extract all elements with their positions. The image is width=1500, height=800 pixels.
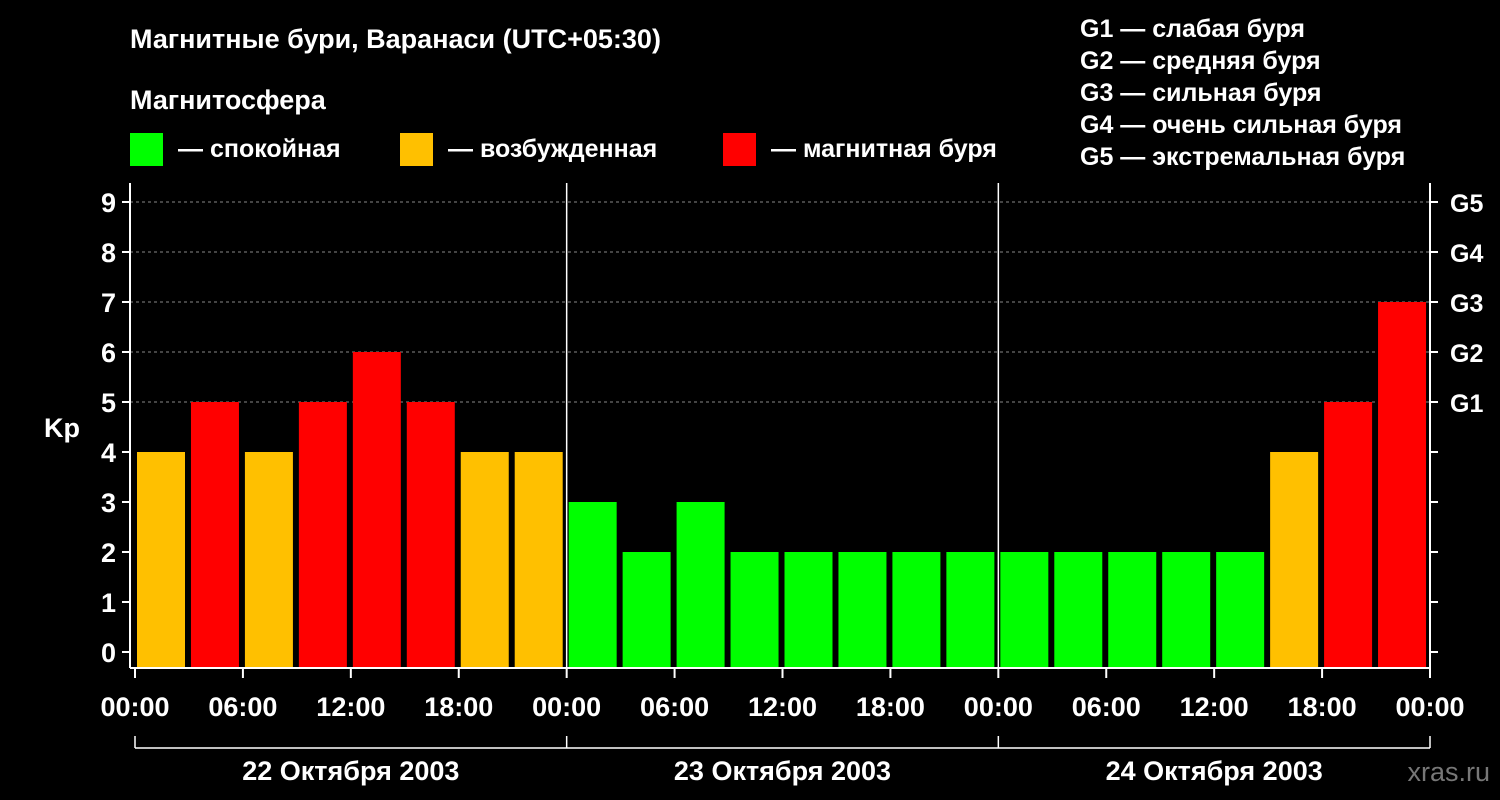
g-level-label: G3 — [1450, 290, 1483, 318]
x-tick-label: 00:00 — [100, 692, 169, 722]
legend-label-quiet: — спокойная — [178, 135, 341, 163]
legend-label-active: — возбужденная — [448, 135, 657, 163]
x-tick-label: 06:00 — [208, 692, 277, 722]
kp-bar — [622, 552, 671, 668]
y-tick-label: 9 — [101, 188, 116, 218]
kp-bar — [568, 502, 617, 668]
x-tick-label: 06:00 — [1072, 692, 1141, 722]
y-tick-label: 5 — [101, 388, 116, 418]
kp-bar — [946, 552, 995, 668]
kp-bar — [784, 552, 833, 668]
g-level-label: G2 — [1450, 340, 1483, 368]
y-axis-label: Kp — [44, 413, 80, 443]
kp-bar — [352, 352, 401, 668]
kp-bar — [298, 402, 347, 668]
g-scale-item: G5 — экстремальная буря — [1080, 143, 1405, 171]
plot-area: 0 1 2 3 4 5 6 7 8 9 G1 G2 G3 G4 G5 00:00 06:00 12:00 18:00… — [100, 183, 1483, 786]
kp-bar — [514, 452, 563, 668]
y-tick-label: 0 — [101, 638, 116, 668]
g-level-label: G4 — [1450, 240, 1483, 268]
kp-bar — [190, 402, 239, 668]
kp-bar — [838, 552, 887, 668]
date-label: 23 Октября 2003 — [674, 756, 891, 786]
g-scale-item: G3 — сильная буря — [1080, 79, 1322, 107]
kp-bar — [892, 552, 941, 668]
legend-swatch-quiet — [130, 133, 163, 166]
kp-bar — [1270, 452, 1319, 668]
kp-bar — [406, 402, 455, 668]
x-tick-label: 18:00 — [1288, 692, 1357, 722]
legend-swatch-active — [400, 133, 433, 166]
y-tick-label: 2 — [101, 538, 116, 568]
date-label: 22 Октября 2003 — [242, 756, 459, 786]
y-tick-label: 3 — [101, 488, 116, 518]
kp-bar — [244, 452, 293, 668]
y-tick-label: 1 — [101, 588, 116, 618]
kp-bar — [460, 452, 509, 668]
kp-bar — [1324, 402, 1373, 668]
x-tick-label: 12:00 — [748, 692, 817, 722]
magnetosphere-title: Магнитосфера — [130, 85, 327, 115]
x-tick-label: 06:00 — [640, 692, 709, 722]
date-label: 24 Октября 2003 — [1106, 756, 1323, 786]
kp-bar — [1216, 552, 1265, 668]
kp-bar — [1162, 552, 1211, 668]
x-tick-label: 00:00 — [532, 692, 601, 722]
chart-title: Магнитные бури, Варанаси (UTC+05:30) — [130, 24, 661, 54]
x-tick-label: 12:00 — [316, 692, 385, 722]
y-tick-label: 6 — [101, 338, 116, 368]
color-legend: — спокойная — возбужденная — магнитная б… — [130, 133, 997, 166]
x-tick-label: 18:00 — [424, 692, 493, 722]
y-tick-label: 8 — [101, 238, 116, 268]
kp-bar — [1054, 552, 1103, 668]
legend-label-storm: — магнитная буря — [771, 135, 997, 163]
watermark: xras.ru — [1407, 757, 1490, 787]
kp-bar — [730, 552, 779, 668]
g-level-label: G5 — [1450, 190, 1483, 218]
y-tick-label: 7 — [101, 288, 116, 318]
kp-bar — [1000, 552, 1049, 668]
kp-bar — [137, 452, 185, 668]
legend-swatch-storm — [723, 133, 756, 166]
g-scale-item: G4 — очень сильная буря — [1080, 111, 1402, 139]
x-tick-label: 00:00 — [964, 692, 1033, 722]
kp-bar — [676, 502, 725, 668]
x-tick-label: 18:00 — [856, 692, 925, 722]
x-tick-label: 00:00 — [1395, 692, 1464, 722]
kp-bar — [1108, 552, 1157, 668]
x-tick-label: 12:00 — [1180, 692, 1249, 722]
kp-bar — [1378, 302, 1427, 668]
g-scale-item: G2 — средняя буря — [1080, 47, 1321, 75]
g-scale-item: G1 — слабая буря — [1080, 15, 1305, 43]
kp-chart: Магнитные бури, Варанаси (UTC+05:30) Маг… — [44, 15, 1490, 787]
g-scale-legend: G1 — слабая буря G2 — средняя буря G3 — … — [1080, 15, 1405, 171]
y-tick-label: 4 — [101, 438, 116, 468]
g-level-label: G1 — [1450, 390, 1483, 418]
